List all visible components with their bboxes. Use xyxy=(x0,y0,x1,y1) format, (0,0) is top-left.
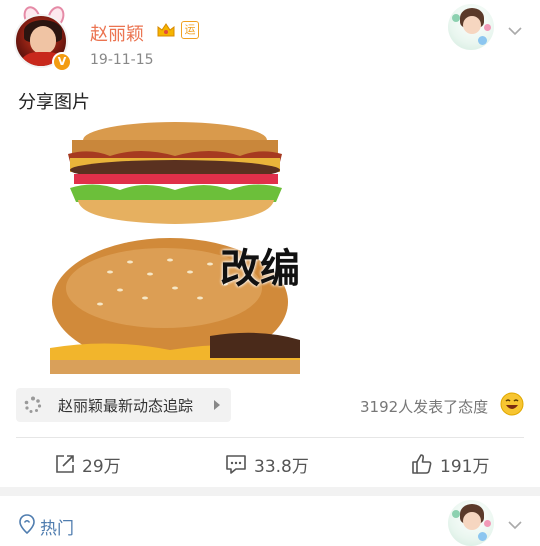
thumbs-up-icon xyxy=(412,454,432,474)
card-background-avatar-2 xyxy=(448,500,494,546)
post-text: 分享图片 xyxy=(18,92,90,113)
vip-badge-icon: 运 xyxy=(181,21,199,39)
arrow-right-icon xyxy=(214,400,220,410)
repost-icon xyxy=(56,455,74,473)
comment-count: 33.8万 xyxy=(254,456,309,477)
topic-label: 赵丽颖最新动态追踪 xyxy=(58,397,194,415)
chevron-down-icon[interactable] xyxy=(508,24,522,38)
like-button[interactable]: 191万 xyxy=(410,452,490,477)
comment-button[interactable]: 33.8万 xyxy=(224,452,309,477)
card-background-avatar xyxy=(448,4,494,50)
section-separator xyxy=(0,487,540,496)
chevron-down-icon-2[interactable] xyxy=(508,518,522,532)
location-pin-icon xyxy=(19,514,35,534)
hot-section-label[interactable]: 热门 xyxy=(40,514,74,539)
image-overlay-text: 改编 xyxy=(220,246,300,292)
verified-icon: V xyxy=(52,52,72,72)
repost-count: 29万 xyxy=(82,456,121,477)
like-count: 191万 xyxy=(440,456,490,477)
username[interactable]: 赵丽颖 xyxy=(90,20,144,46)
post-timestamp: 19-11-15 xyxy=(90,52,154,68)
loading-spinner-icon xyxy=(24,396,42,413)
repost-button[interactable]: 29万 xyxy=(54,452,121,477)
topic-chip[interactable]: 赵丽颖最新动态追踪 xyxy=(16,388,231,422)
laughing-emoji-icon[interactable] xyxy=(500,392,524,416)
attitude-count[interactable]: 3192人发表了态度 xyxy=(360,396,488,417)
crown-icon xyxy=(157,23,175,37)
divider xyxy=(16,437,524,438)
comment-icon xyxy=(226,455,246,474)
